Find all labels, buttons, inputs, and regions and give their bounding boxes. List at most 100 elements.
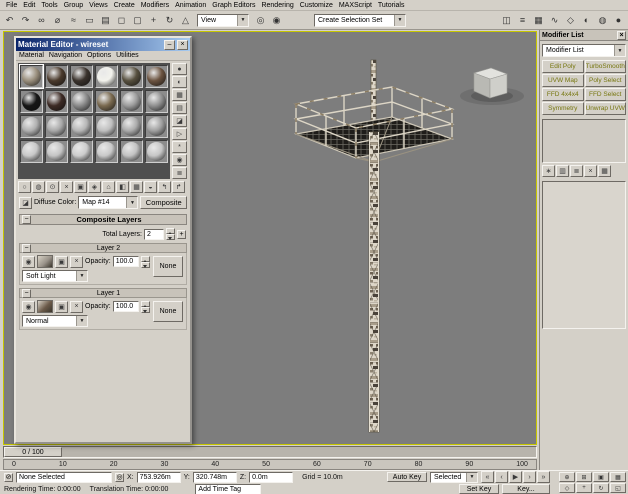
material-slot[interactable] (70, 115, 93, 138)
opacity-field[interactable]: 100.0 (112, 256, 139, 267)
make-preview-icon[interactable]: ▷ (172, 128, 187, 140)
zoom-extents-icon[interactable]: ▣ (593, 472, 609, 482)
composite-layers-rollout[interactable]: − Composite Layers (19, 214, 187, 225)
reset-map-icon[interactable]: × (60, 181, 73, 193)
material-slot[interactable] (145, 65, 168, 88)
next-frame-icon[interactable]: › (523, 471, 536, 483)
scene-tower[interactable] (293, 59, 455, 433)
zoom-icon[interactable]: ⊕ (559, 472, 575, 482)
modifier-list-dropdown[interactable]: Modifier List ▼ (542, 44, 626, 57)
opacity-spinner[interactable] (140, 300, 150, 313)
mat-menu-utilities[interactable]: Utilities (116, 52, 139, 59)
map-preview-icon[interactable]: ◪ (19, 196, 32, 209)
select-and-move-icon[interactable]: + (146, 13, 161, 28)
blend-mode-dropdown[interactable]: Normal ▼ (22, 315, 88, 327)
color-correction-icon[interactable]: ▣ (55, 255, 68, 268)
field-of-view-icon[interactable]: ◇ (559, 483, 575, 493)
layer-map-button[interactable]: None (153, 301, 183, 322)
time-slider[interactable]: 0 / 100 (3, 446, 537, 458)
layer-header[interactable]: − Layer 1 (19, 288, 187, 298)
modifier-button-edit-poly[interactable]: Edit Poly (542, 60, 584, 73)
layer-map-button[interactable]: None (153, 256, 183, 277)
make-material-copy-icon[interactable]: ▣ (74, 181, 87, 193)
view-combo[interactable]: View ▼ (197, 13, 249, 27)
zoom-extents-all-icon[interactable]: ▦ (610, 472, 626, 482)
material-slot[interactable] (45, 140, 68, 163)
select-and-manipulate-icon[interactable]: ◉ (269, 13, 284, 28)
material-slot[interactable] (95, 65, 118, 88)
material-slot[interactable] (45, 90, 68, 113)
show-map-in-viewport-icon[interactable]: ▦ (130, 181, 143, 193)
layer-visibility-icon[interactable]: ◉ (22, 255, 35, 268)
go-to-start-icon[interactable]: « (481, 471, 494, 483)
minimize-icon[interactable]: – (164, 39, 175, 50)
modifier-button-turbosmooth[interactable]: TurboSmooth (584, 60, 626, 73)
modifier-button-unwrap-uvw[interactable]: Unwrap UVW (584, 102, 626, 115)
mat-menu-material[interactable]: Material (19, 52, 44, 59)
track-bar-ticks[interactable]: 0 10 20 30 40 50 60 70 80 90 100 (3, 459, 537, 470)
z-coordinate-field[interactable]: 0.0m (249, 471, 294, 483)
menu-item-maxscript[interactable]: MAXScript (336, 2, 375, 9)
material-slot[interactable] (70, 90, 93, 113)
make-unique-icon[interactable]: ≣ (570, 165, 583, 177)
curve-editor-icon[interactable]: ∿ (547, 13, 562, 28)
go-to-parent-icon[interactable]: ↰ (158, 181, 171, 193)
video-color-check-icon[interactable]: ◪ (172, 115, 187, 127)
mat-menu-options[interactable]: Options (87, 52, 111, 59)
material-id-channel-icon[interactable]: ◧ (116, 181, 129, 193)
window-crossing-toggle-icon[interactable]: ▢ (130, 13, 145, 28)
layer-manager-icon[interactable]: ▦ (531, 13, 546, 28)
opacity-spinner[interactable] (140, 255, 150, 268)
total-layers-spinner[interactable] (166, 228, 175, 240)
menu-item-tools[interactable]: Tools (38, 2, 60, 9)
options-icon[interactable]: * (172, 141, 187, 153)
play-animation-icon[interactable]: ▶ (509, 471, 522, 483)
modifier-button-ffd-select[interactable]: FFD Select (584, 88, 626, 101)
x-coordinate-field[interactable]: 753.926m (136, 471, 181, 483)
material-editor-icon[interactable]: ◐ (579, 13, 594, 28)
menu-item-create[interactable]: Create (111, 2, 138, 9)
delete-layer-icon[interactable]: × (70, 300, 83, 313)
material-slot[interactable] (120, 90, 143, 113)
menu-item-customize[interactable]: Customize (297, 2, 336, 9)
material-slot[interactable] (45, 115, 68, 138)
key-filters-button[interactable]: Key... (502, 484, 550, 494)
material-name-dropdown[interactable]: Map #14 ▼ (78, 196, 139, 209)
maximize-viewport-icon[interactable]: ◱ (610, 483, 626, 493)
select-and-scale-icon[interactable]: △ (178, 13, 193, 28)
material-slot[interactable] (20, 90, 43, 113)
modifier-button-ffd-4x4x4[interactable]: FFD 4x4x4 (542, 88, 584, 101)
put-material-to-scene-icon[interactable]: ◍ (32, 181, 45, 193)
auto-key-button[interactable]: Auto Key (387, 472, 427, 482)
layer-visibility-icon[interactable]: ◉ (22, 300, 35, 313)
rectangular-selection-region-icon[interactable]: ◻ (114, 13, 129, 28)
pan-icon[interactable]: + (576, 483, 592, 493)
blend-mode-dropdown[interactable]: Soft Light ▼ (22, 270, 88, 282)
assign-material-to-selection-icon[interactable]: ⊙ (46, 181, 59, 193)
material-slot[interactable] (70, 140, 93, 163)
material-slot[interactable] (95, 90, 118, 113)
opacity-field[interactable]: 100.0 (112, 301, 139, 312)
modifier-button-symmetry[interactable]: Symmetry (542, 102, 584, 115)
put-to-library-icon[interactable]: ⌂ (102, 181, 115, 193)
material-slot[interactable] (45, 65, 68, 88)
get-material-icon[interactable]: ○ (18, 181, 31, 193)
material-slot[interactable] (145, 115, 168, 138)
material-slot[interactable] (19, 64, 44, 89)
select-by-name-icon[interactable]: ▤ (98, 13, 113, 28)
collapse-icon[interactable]: − (22, 243, 31, 253)
menu-item-graph-editors[interactable]: Graph Editors (209, 2, 258, 9)
y-coordinate-field[interactable]: 320.748m (192, 471, 237, 483)
bind-to-space-warp-icon[interactable]: ≈ (66, 13, 81, 28)
absolute-mode-icon[interactable]: ◎ (115, 472, 124, 482)
menu-item-edit[interactable]: Edit (20, 2, 38, 9)
material-slot[interactable] (120, 65, 143, 88)
key-selection-set-dropdown[interactable]: Selected ▼ (430, 471, 478, 483)
use-pivot-point-icon[interactable]: ◎ (253, 13, 268, 28)
set-key-button[interactable]: Set Key (459, 484, 499, 494)
material-map-navigator-icon[interactable]: ≣ (172, 167, 187, 179)
mirror-icon[interactable]: ◫ (499, 13, 514, 28)
make-unique-icon[interactable]: ◈ (88, 181, 101, 193)
select-object-icon[interactable]: ▭ (82, 13, 97, 28)
time-slider-handle[interactable]: 0 / 100 (4, 447, 62, 457)
